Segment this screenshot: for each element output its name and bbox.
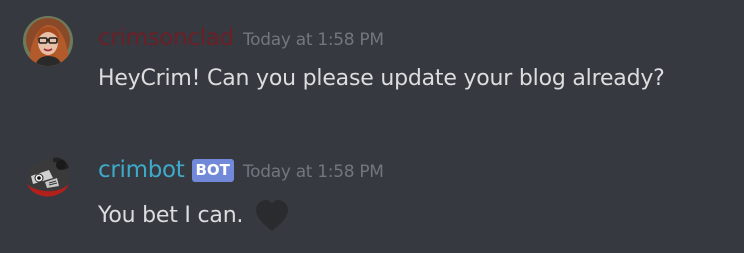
user-avatar-icon [23,16,73,66]
avatar-crimbot[interactable] [23,150,73,200]
message-text: You bet I can. [98,203,244,228]
robot-avatar-icon [27,157,69,197]
bot-tag-badge: BOT [191,158,234,182]
avatar-crimsonclad[interactable] [23,16,73,66]
username[interactable]: crimbot [98,155,185,185]
timestamp: Today at 1:58 PM [242,30,384,50]
black-heart-icon[interactable] [252,196,292,236]
message-content: You bet I can. [98,196,292,236]
username[interactable]: crimsonclad [98,23,234,53]
message-header: crimbot BOT Today at 1:58 PM [98,155,384,185]
timestamp: Today at 1:58 PM [242,162,384,182]
message-header: crimsonclad Today at 1:58 PM [98,23,384,53]
message-content: HeyCrim! Can you please update your blog… [98,66,665,91]
